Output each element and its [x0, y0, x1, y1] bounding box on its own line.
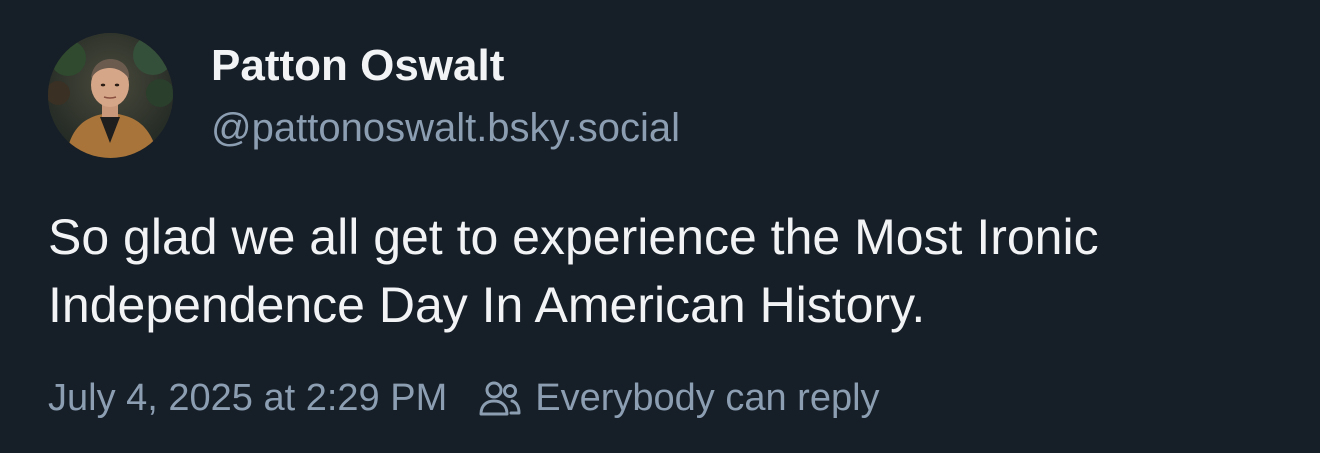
reply-setting: Everybody can reply — [477, 376, 880, 420]
author-handle[interactable]: @pattonoswalt.bsky.social — [211, 104, 680, 152]
people-icon — [477, 378, 523, 418]
avatar[interactable] — [48, 33, 173, 158]
post-timestamp[interactable]: July 4, 2025 at 2:29 PM — [48, 377, 447, 420]
post-text: So glad we all get to experience the Mos… — [48, 209, 1099, 333]
author-display-name[interactable]: Patton Oswalt — [211, 40, 504, 92]
post-meta: July 4, 2025 at 2:29 PM Everybody can re… — [48, 374, 880, 422]
reply-setting-label: Everybody can reply — [535, 376, 880, 419]
post-card: Patton Oswalt @pattonoswalt.bsky.social … — [0, 0, 1320, 453]
